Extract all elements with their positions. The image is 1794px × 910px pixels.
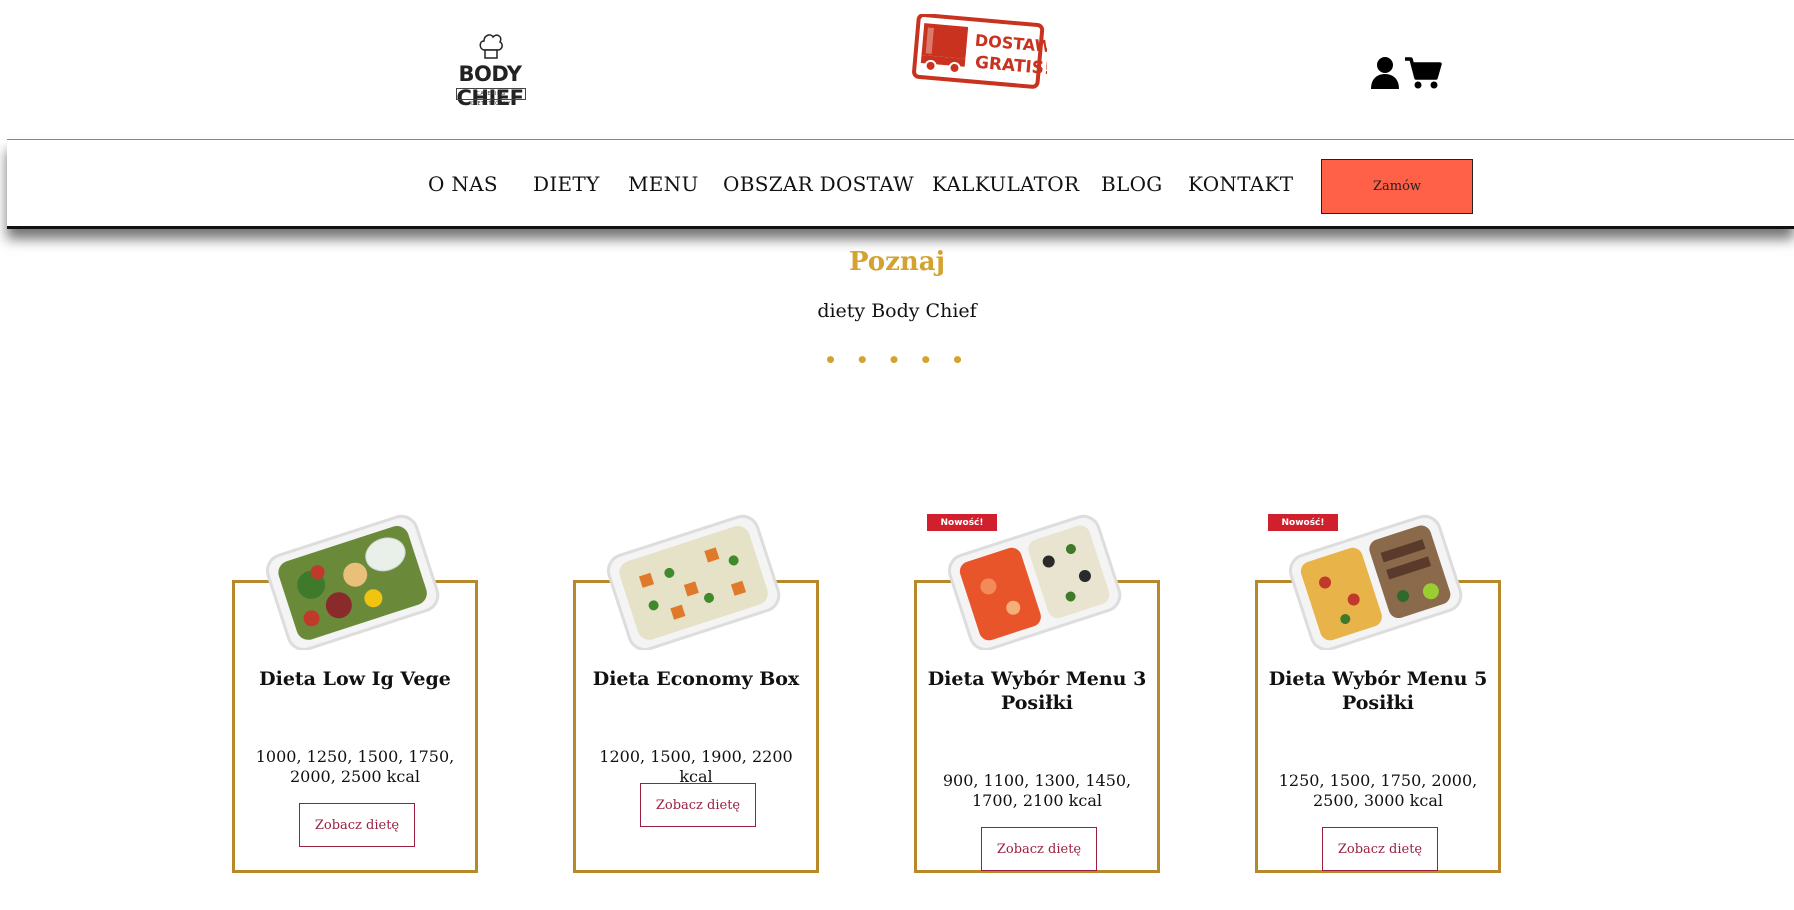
cart-icon[interactable] (1404, 56, 1442, 90)
food-tray-image (265, 514, 440, 650)
nav-item-kontakt[interactable]: KONTAKT (1188, 172, 1293, 196)
chef-hat-icon (479, 34, 503, 59)
truck-icon (920, 23, 969, 74)
diet-title: Dieta Economy Box (592, 668, 800, 690)
free-delivery-stamp: DOSTAWA GRATIS! (912, 13, 1065, 94)
nav-item-obszar-dostaw[interactable]: OBSZAR DOSTAW (723, 172, 914, 196)
diet-title: Dieta Low Ig Vege (259, 668, 451, 690)
nav-item-blog[interactable]: BLOG (1101, 172, 1163, 196)
food-tray-image (1288, 514, 1463, 650)
header-icons (1370, 56, 1442, 90)
diet-kcal: 1000, 1250, 1500, 1750, 2000, 2500 kcal (255, 747, 455, 786)
logo-tagline: CATERING DIETETYCZNY (456, 88, 526, 107)
see-diet-button[interactable]: Zobacz dietę (299, 803, 415, 847)
food-tray-image (606, 514, 781, 650)
main-nav: O NAS DIETY MENU OBSZAR DOSTAW KALKULATO… (0, 172, 1794, 202)
food-tray-image (947, 514, 1122, 650)
diet-kcal: 1250, 1500, 1750, 2000, 2500, 3000 kcal (1278, 771, 1478, 810)
diet-kcal: 1200, 1500, 1900, 2200 kcal (599, 747, 793, 786)
nav-item-kalkulator[interactable]: KALKULATOR (932, 172, 1079, 196)
user-icon[interactable] (1370, 56, 1400, 90)
stamp-text-2: GRATIS! (974, 53, 1047, 80)
see-diet-button[interactable]: Zobacz dietę (1322, 827, 1438, 871)
see-diet-button[interactable]: Zobacz dietę (640, 783, 756, 827)
nav-item-diety[interactable]: DIETY (533, 172, 600, 196)
brand-logo[interactable]: BODY CHIEF CATERING DIETETYCZNY (440, 28, 540, 110)
see-diet-button[interactable]: Zobacz dietę (981, 827, 1097, 871)
section-title: Poznaj (848, 247, 946, 277)
diet-kcal: 900, 1100, 1300, 1450, 1700, 2100 kcal (942, 771, 1132, 810)
section-subtitle: diety Body Chief (817, 300, 977, 322)
nav-item-menu[interactable]: MENU (628, 172, 699, 196)
nav-item-o-nas[interactable]: O NAS (428, 172, 498, 196)
diet-title: Dieta Wybór Menu 5 Posiłki (1268, 668, 1488, 714)
diet-title: Dieta Wybór Menu 3 Posiłki (927, 668, 1147, 714)
order-button[interactable]: Zamów (1321, 159, 1473, 214)
section-dots: • • • • • (824, 348, 970, 372)
